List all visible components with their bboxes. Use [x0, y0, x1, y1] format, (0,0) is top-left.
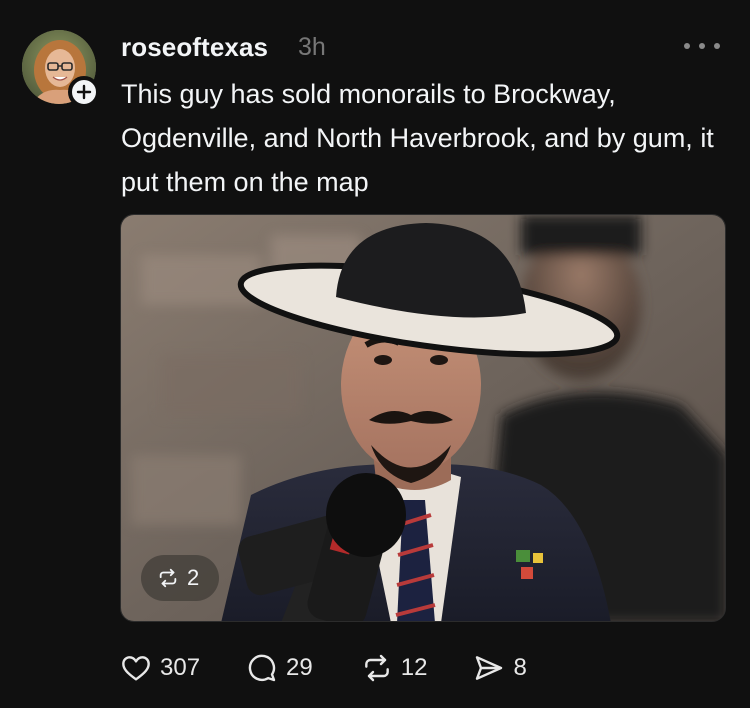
like-count: 307 [160, 654, 201, 681]
repost-button[interactable]: 12 [361, 652, 428, 684]
action-bar: 307 29 12 8 [120, 646, 527, 690]
repost-count: 12 [400, 654, 428, 681]
share-count: 8 [513, 654, 527, 681]
more-options-button[interactable] [684, 36, 720, 56]
more-icon-dot [699, 43, 705, 49]
username[interactable]: roseoftexas [121, 32, 268, 63]
reply-count: 29 [286, 654, 313, 681]
more-icon [684, 43, 690, 49]
thread-post: roseoftexas 3h This guy has sold monorai… [0, 0, 750, 708]
media-repost-count: 2 [187, 565, 200, 590]
timestamp: 3h [298, 33, 326, 61]
speech-bubble-icon [248, 654, 276, 682]
heart-icon [122, 656, 150, 681]
repost-icon [159, 568, 177, 588]
more-icon-dot [714, 43, 720, 49]
send-icon [476, 656, 503, 680]
avatar-container[interactable] [22, 30, 100, 108]
plus-icon [76, 84, 92, 100]
like-button[interactable]: 307 [120, 652, 200, 684]
post-text: This guy has sold monorails to Brockway,… [121, 79, 714, 197]
share-button[interactable]: 8 [473, 652, 527, 684]
repost-icon [364, 654, 389, 682]
media-repost-badge[interactable]: 2 [141, 555, 220, 601]
reply-button[interactable]: 29 [246, 652, 313, 684]
follow-button[interactable] [68, 76, 100, 108]
